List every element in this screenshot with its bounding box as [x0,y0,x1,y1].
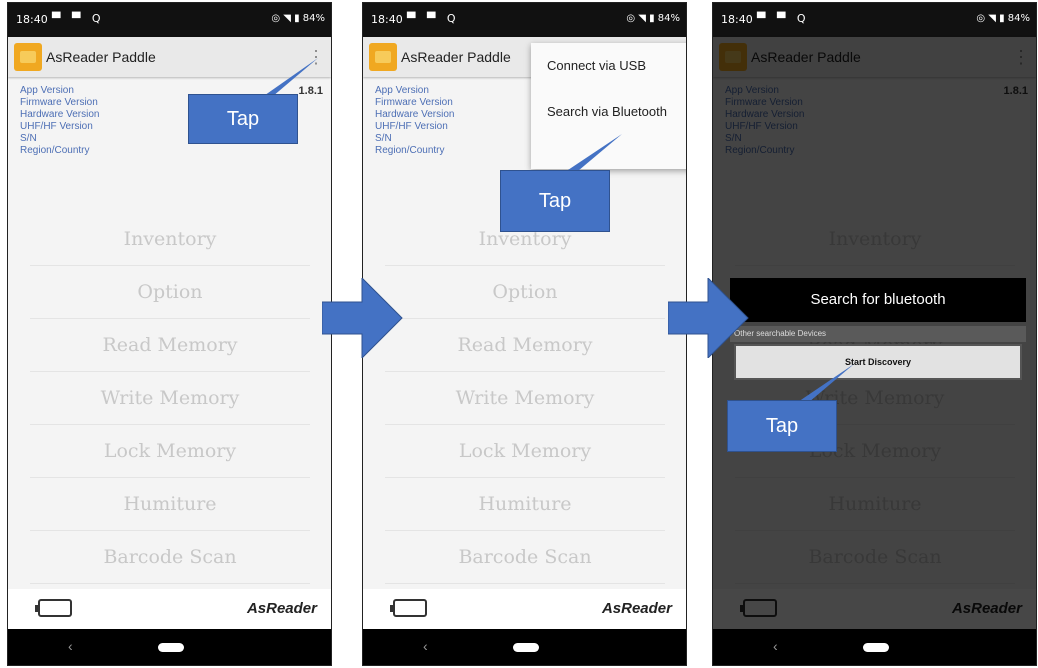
menu-item-option[interactable]: Option [385,266,665,319]
app-title: AsReader Paddle [401,49,511,65]
info-label: S/N [20,133,37,144]
status-bar: 18:40 ▀ ▀ Q ◎ ◥ ▮ 84% [363,3,686,37]
battery-icon [390,599,427,617]
system-icons: ◎ ◥ ▮ 84% [976,13,1030,24]
search-bluetooth-option[interactable]: Search via Bluetooth [531,89,686,135]
info-label: Region/Country [20,145,90,156]
device-info-list: App Version Firmware Version Hardware Ve… [20,85,99,157]
menu-item-lock-memory[interactable]: Lock Memory [30,425,310,478]
nav-bar: ‹ [8,629,331,665]
footer-bar: AsReader [363,589,686,629]
back-icon[interactable]: ‹ [68,638,73,654]
home-icon[interactable] [863,643,889,652]
dialog-subtitle: Other searchable Devices [730,326,1026,342]
home-icon[interactable] [158,643,184,652]
connect-usb-option[interactable]: Connect via USB [531,43,686,89]
info-label: Hardware Version [20,109,100,120]
menu-item-barcode-scan[interactable]: Barcode Scan [30,531,310,584]
tap-callout-3: Tap [727,400,837,452]
brand-logo: AsReader [601,600,672,617]
start-discovery-button[interactable]: Start Discovery [734,344,1022,380]
info-label: Firmware Version [375,97,453,108]
main-menu: Inventory Option Read Memory Write Memor… [30,213,310,584]
menu-item-lock-memory[interactable]: Lock Memory [385,425,665,478]
info-label: Region/Country [375,145,445,156]
step-arrow-2-icon [668,278,749,358]
app-logo-icon [369,43,397,71]
info-label: App Version [375,85,429,96]
notification-icons: ▀ ▀ Q [757,12,810,25]
info-label: Firmware Version [20,97,98,108]
info-label: UHF/HF Version [375,121,448,132]
step-arrow-1-icon [322,278,403,358]
main-menu: Inventory Option Read Memory Write Memor… [385,213,665,584]
app-logo-icon [14,43,42,71]
footer-bar: AsReader [8,589,331,629]
nav-bar: ‹ [713,629,1036,665]
status-time: 18:40 [371,13,403,26]
back-icon[interactable]: ‹ [773,638,778,654]
status-bar: 18:40 ▀ ▀ Q ◎ ◥ ▮ 84% [8,3,331,37]
phone-screen-3: 18:40 ▀ ▀ Q ◎ ◥ ▮ 84% AsReader Paddle ⋮ … [712,2,1037,666]
battery-icon [35,599,72,617]
menu-item-write-memory[interactable]: Write Memory [385,372,665,425]
home-icon[interactable] [513,643,539,652]
dialog-title: Search for bluetooth [730,278,1026,322]
menu-item-humiture[interactable]: Humiture [385,478,665,531]
info-label: Hardware Version [375,109,455,120]
status-time: 18:40 [16,13,48,26]
menu-item-read-memory[interactable]: Read Memory [385,319,665,372]
app-title: AsReader Paddle [46,49,156,65]
menu-item-write-memory[interactable]: Write Memory [30,372,310,425]
bluetooth-search-dialog: Search for bluetooth Other searchable De… [730,278,1026,390]
menu-item-barcode-scan[interactable]: Barcode Scan [385,531,665,584]
info-label: S/N [375,133,392,144]
nav-bar: ‹ [363,629,686,665]
tap-callout-2: Tap [500,170,610,232]
system-icons: ◎ ◥ ▮ 84% [626,13,680,24]
info-label: App Version [20,85,74,96]
notification-icons: ▀ ▀ Q [52,12,105,25]
notification-icons: ▀ ▀ Q [407,12,460,25]
menu-item-inventory[interactable]: Inventory [30,213,310,266]
phone-screen-2: 18:40 ▀ ▀ Q ◎ ◥ ▮ 84% AsReader Paddle ⋮ … [362,2,687,666]
device-info-list: App Version Firmware Version Hardware Ve… [375,85,454,157]
status-bar: 18:40 ▀ ▀ Q ◎ ◥ ▮ 84% [713,3,1036,37]
back-icon[interactable]: ‹ [423,638,428,654]
status-time: 18:40 [721,13,753,26]
menu-item-read-memory[interactable]: Read Memory [30,319,310,372]
info-label: UHF/HF Version [20,121,93,132]
tap-callout-1: Tap [188,94,298,144]
brand-logo: AsReader [246,600,317,617]
system-icons: ◎ ◥ ▮ 84% [271,13,325,24]
menu-item-option[interactable]: Option [30,266,310,319]
menu-item-humiture[interactable]: Humiture [30,478,310,531]
